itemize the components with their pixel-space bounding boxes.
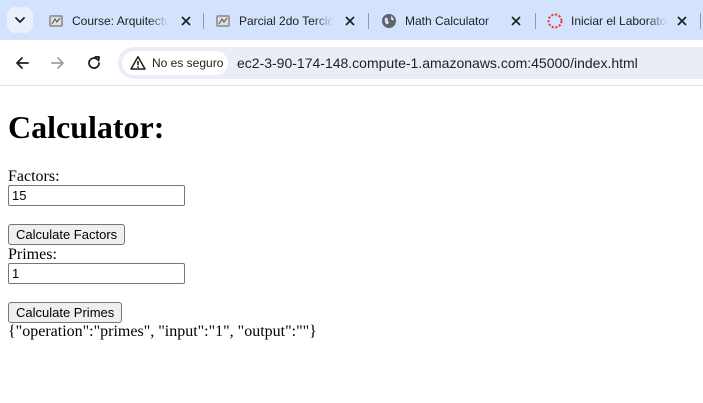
loading-spinner-icon [547, 13, 563, 29]
arrow-right-icon [51, 57, 64, 69]
tab-strip: Course: Arquitectura Parcial 2do Tercio [0, 0, 703, 40]
tab-separator [535, 13, 536, 29]
calculate-primes-button[interactable]: Calculate Primes [8, 302, 123, 323]
chevron-down-icon [15, 17, 25, 23]
tab-separator [700, 13, 701, 29]
primes-label: Primes: [8, 246, 57, 263]
tab-separator [368, 13, 369, 29]
tab-iniciar-laboratorio[interactable]: Iniciar el Laboratorio [547, 6, 690, 36]
back-button[interactable] [8, 49, 36, 77]
moodle-icon [215, 13, 231, 29]
page-title: Calculator: [8, 109, 165, 145]
close-icon[interactable] [178, 13, 194, 29]
url-text[interactable]: ec2-3-90-174-148.compute-1.amazonaws.com… [237, 55, 638, 71]
tab-title: Iniciar el Laboratorio [571, 14, 667, 28]
result-output: {"operation":"primes", "input":"1", "out… [8, 323, 317, 340]
security-chip[interactable]: No es seguro [122, 51, 228, 75]
tab-parcial[interactable]: Parcial 2do Tercio [215, 6, 358, 36]
tab-math-calculator[interactable]: Math Calculator [381, 6, 524, 36]
tab-title: Parcial 2do Tercio [239, 14, 333, 28]
globe-icon [381, 13, 397, 29]
calculate-factors-button[interactable]: Calculate Factors [8, 224, 126, 245]
browser-toolbar: No es seguro ec2-3-90-174-148.compute-1.… [0, 40, 703, 86]
primes-input[interactable] [8, 263, 185, 284]
reload-icon [88, 55, 100, 69]
reload-button[interactable] [80, 49, 108, 77]
tab-course[interactable]: Course: Arquitectura [48, 6, 194, 36]
tab-title: Course: Arquitectura [72, 14, 168, 28]
tab-separator [203, 13, 204, 29]
address-bar[interactable]: No es seguro ec2-3-90-174-148.compute-1.… [118, 47, 703, 79]
page-content: Calculator: Factors: Calculate Factors P… [0, 87, 703, 403]
factors-label: Factors: [8, 168, 60, 185]
arrow-left-icon [16, 57, 29, 69]
close-icon[interactable] [342, 13, 358, 29]
close-icon[interactable] [508, 13, 524, 29]
close-icon[interactable] [674, 13, 690, 29]
tab-search-button[interactable] [7, 7, 33, 33]
tab-title: Math Calculator [405, 14, 490, 28]
security-label: No es seguro [152, 56, 224, 70]
factors-input[interactable] [8, 185, 185, 206]
moodle-icon [48, 13, 64, 29]
warning-icon [130, 55, 146, 71]
forward-button[interactable] [44, 49, 72, 77]
